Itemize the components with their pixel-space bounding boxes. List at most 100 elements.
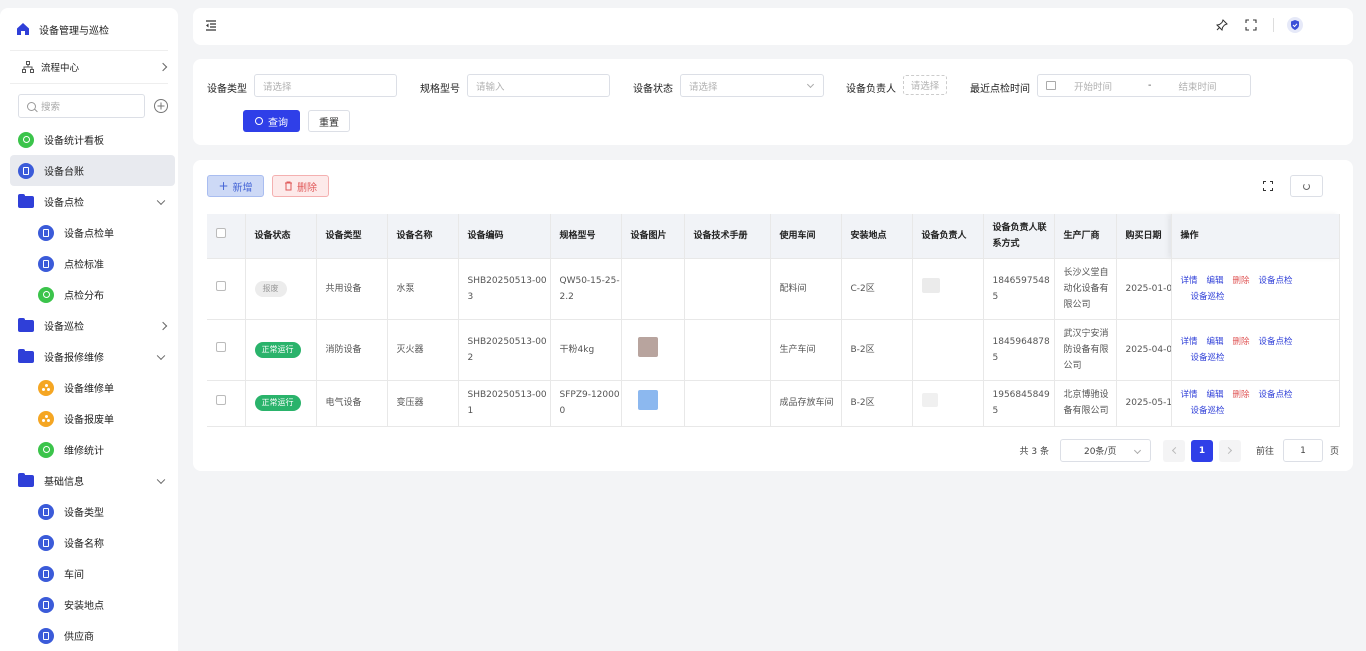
sidebar-nav: 设备统计看板 设备台账 设备点检 设备点检单 点检标准 点检分布 设备巡检 设备… xyxy=(0,124,178,651)
menu-collapse-icon[interactable] xyxy=(205,20,217,31)
cell-manual xyxy=(684,319,771,381)
goto-page-input[interactable]: 1 xyxy=(1282,439,1323,462)
chevron-down-icon xyxy=(156,351,166,360)
column-header: 设备状态 xyxy=(245,214,317,259)
chart-icon xyxy=(38,441,54,458)
page-size-value: 20条/页 xyxy=(1083,447,1117,457)
owner-select[interactable]: 请选择 xyxy=(903,75,947,95)
refresh-button[interactable] xyxy=(1290,175,1323,197)
cell-actions: 详情 编辑 删除 设备点检 设备巡检 xyxy=(1171,319,1340,381)
column-header: 安装地点 xyxy=(841,214,913,259)
delete-link[interactable]: 删除 xyxy=(1233,390,1250,400)
sidebar-item-supplier[interactable]: 供应商 xyxy=(0,620,178,651)
sidebar-item-basic-info[interactable]: 基础信息 xyxy=(0,465,178,496)
edit-link[interactable]: 编辑 xyxy=(1207,390,1224,400)
fullscreen-icon[interactable] xyxy=(1243,17,1259,33)
sidebar-item-dashboard[interactable]: 设备统计看板 xyxy=(0,124,178,155)
sidebar-item-scrap-order[interactable]: 设备报废单 xyxy=(0,403,178,434)
patrol-link[interactable]: 设备巡检 xyxy=(1191,353,1225,363)
table-row: 正常运行 电气设备 变压器 SHB20250513-001 SFPZ9-1200… xyxy=(207,380,1340,427)
delete-button[interactable]: 删除 xyxy=(272,175,329,197)
add-circle-icon[interactable] xyxy=(154,99,168,113)
detail-link[interactable]: 详情 xyxy=(1181,276,1198,286)
status-badge: 报废 xyxy=(254,280,287,297)
search-icon xyxy=(255,117,263,125)
cell-date: 2025-04-07 xyxy=(1116,319,1172,381)
delete-link[interactable]: 删除 xyxy=(1233,276,1250,286)
document-icon xyxy=(18,162,34,179)
cell-workshop: 生产车间 xyxy=(770,319,842,381)
device-thumbnail[interactable] xyxy=(637,336,658,357)
query-button[interactable]: 查询 xyxy=(243,110,300,132)
sidebar-item-check-standard[interactable]: 点检标准 xyxy=(0,248,178,279)
inspect-link[interactable]: 设备点检 xyxy=(1259,337,1293,347)
next-page-button[interactable] xyxy=(1218,439,1241,462)
sidebar-item-label: 设备名称 xyxy=(64,539,104,550)
chevron-down-icon xyxy=(156,196,166,205)
inspect-link[interactable]: 设备点检 xyxy=(1259,390,1293,400)
row-checkbox[interactable] xyxy=(216,280,226,291)
sidebar-header[interactable]: 设备管理与巡检 xyxy=(0,8,178,50)
edit-link[interactable]: 编辑 xyxy=(1207,276,1224,286)
shield-icon[interactable] xyxy=(1287,17,1303,33)
delete-link[interactable]: 删除 xyxy=(1233,337,1250,347)
type-placeholder: 请选择 xyxy=(263,81,292,93)
prev-page-button[interactable] xyxy=(1162,439,1185,462)
device-thumbnail[interactable] xyxy=(637,390,658,410)
sidebar-item-repair-order[interactable]: 设备维修单 xyxy=(0,372,178,403)
device-table: 设备状态 设备类型 设备名称 设备编码 规格型号 设备图片 设备技术手册 使用车… xyxy=(207,214,1340,427)
select-all-cell[interactable] xyxy=(207,214,246,259)
patrol-link[interactable]: 设备巡检 xyxy=(1191,406,1225,416)
column-header: 设备负责人联系方式 xyxy=(983,214,1055,259)
sidebar-item-repair-stats[interactable]: 维修统计 xyxy=(0,434,178,465)
cell-name: 变压器 xyxy=(387,380,459,427)
inspect-link[interactable]: 设备点检 xyxy=(1259,276,1293,286)
detail-link[interactable]: 详情 xyxy=(1181,337,1198,347)
sidebar-item-repair[interactable]: 设备报修维修 xyxy=(0,341,178,372)
row-checkbox[interactable] xyxy=(216,341,226,352)
detail-link[interactable]: 详情 xyxy=(1181,390,1198,400)
pin-icon[interactable] xyxy=(1214,17,1230,33)
sidebar-item-label: 点检分布 xyxy=(64,291,104,302)
goto-page-value: 1 xyxy=(1300,445,1306,456)
sidebar-item-workshop[interactable]: 车间 xyxy=(0,558,178,589)
type-select[interactable]: 请选择 xyxy=(254,74,397,97)
time-label: 最近点检时间 xyxy=(970,84,1030,95)
sidebar-item-check-distribution[interactable]: 点检分布 xyxy=(0,279,178,310)
sidebar-item-check-order[interactable]: 设备点检单 xyxy=(0,217,178,248)
edit-link[interactable]: 编辑 xyxy=(1207,337,1224,347)
chart-icon xyxy=(38,286,54,303)
sidebar-item-device-name[interactable]: 设备名称 xyxy=(0,527,178,558)
flow-icon xyxy=(22,61,34,73)
status-badge: 正常运行 xyxy=(254,395,301,411)
topbar-actions xyxy=(1201,17,1303,33)
add-button[interactable]: + 新增 xyxy=(207,175,264,197)
cell-location: C-2区 xyxy=(841,258,913,320)
home-icon xyxy=(17,23,29,35)
document-icon xyxy=(38,627,54,644)
sidebar-item-ledger[interactable]: 设备台账 xyxy=(10,155,175,186)
status-select[interactable]: 请选择 xyxy=(680,74,824,97)
filter-panel: 设备类型 请选择 规格型号 请输入 设备状态 请选择 设备负责人 请选择 最近点… xyxy=(193,59,1353,145)
table-card: + 新增 删除 设备状态 设备类型 设备名称 设备编码 规格型号 设备图片 设备技… xyxy=(193,160,1353,471)
sidebar-search-input[interactable]: 搜索 xyxy=(18,94,145,118)
select-all-checkbox[interactable] xyxy=(216,227,226,238)
sidebar-item-device-type[interactable]: 设备类型 xyxy=(0,496,178,527)
sidebar-item-location[interactable]: 安装地点 xyxy=(0,589,178,620)
page-number-current[interactable]: 1 xyxy=(1190,439,1213,462)
reset-button[interactable]: 重置 xyxy=(308,110,350,132)
sidebar-item-label: 设备统计看板 xyxy=(44,136,104,147)
chevron-down-icon xyxy=(156,475,166,484)
document-icon xyxy=(38,596,54,613)
patrol-link[interactable]: 设备巡检 xyxy=(1191,292,1225,302)
sidebar-item-label: 基础信息 xyxy=(44,477,84,488)
sidebar-item-label: 点检标准 xyxy=(64,260,104,271)
model-input[interactable]: 请输入 xyxy=(467,74,610,97)
row-checkbox[interactable] xyxy=(216,395,226,405)
sidebar-item-spot-check[interactable]: 设备点检 xyxy=(0,186,178,217)
date-range-picker[interactable]: 开始时间 - 结束时间 xyxy=(1037,74,1251,97)
page-size-select[interactable]: 20条/页 xyxy=(1059,439,1151,462)
flow-center-item[interactable]: 流程中心 xyxy=(0,51,178,83)
fullscreen-icon[interactable] xyxy=(1263,181,1273,191)
sidebar-item-patrol[interactable]: 设备巡检 xyxy=(0,310,178,341)
